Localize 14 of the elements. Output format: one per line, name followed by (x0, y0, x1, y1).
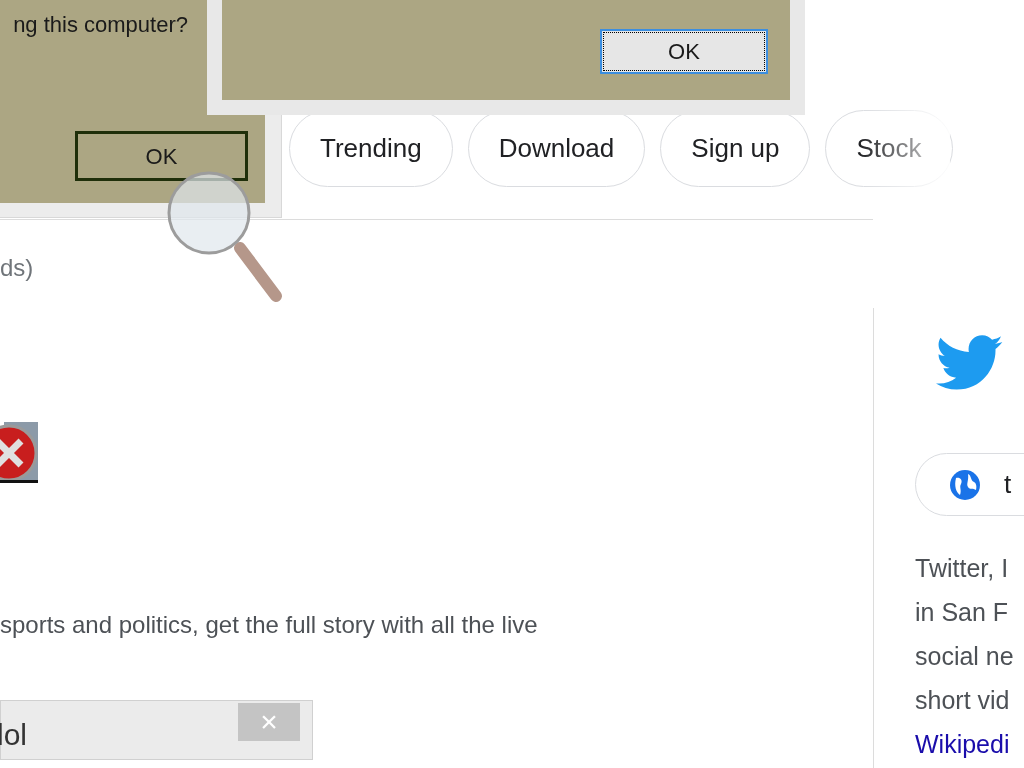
description-line: Twitter, I (915, 553, 1010, 584)
wikipedia-link[interactable]: Wikipedi (915, 722, 1024, 766)
result-note: ds) (0, 253, 35, 283)
dialog-message: ng this computer? (13, 11, 188, 39)
description-line: in San F (915, 597, 1010, 628)
description-line: social ne (915, 641, 1015, 672)
description-line: short vid (915, 685, 1011, 716)
ok-button[interactable]: OK (600, 29, 768, 74)
filter-chip[interactable]: Stock (825, 110, 953, 187)
website-label: t (1004, 468, 1012, 501)
bird-icon (936, 335, 1004, 392)
globe-icon (948, 467, 982, 502)
magnifier-icon (166, 170, 284, 304)
snippet-text: sports and politics, get the full story with all the live (0, 610, 539, 640)
